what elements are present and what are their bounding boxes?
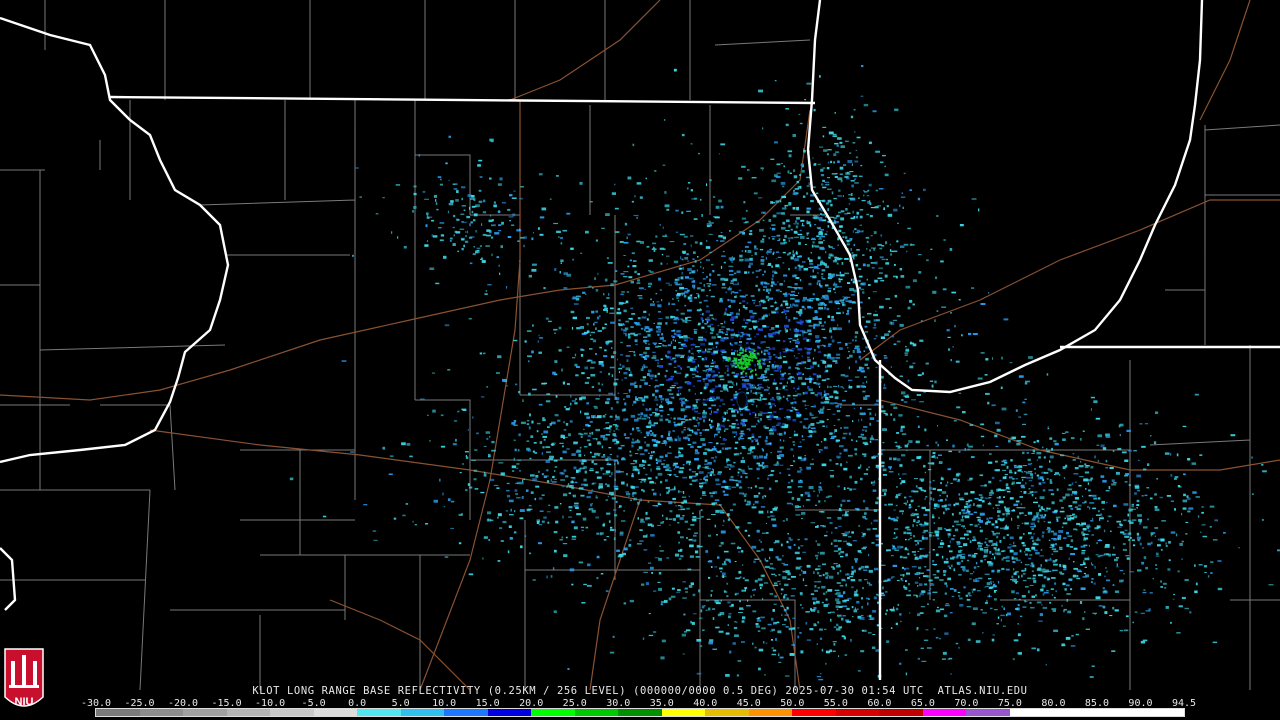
color-bar-segment	[400, 709, 445, 716]
scale-label: 50.0	[780, 698, 805, 709]
color-bar-segment	[1096, 709, 1141, 716]
reflectivity-scale-labels: -30.0 -25.0 -20.0 -15.0 -10.0 -5.0 0.0 5.0 10.0 1…	[81, 698, 1196, 709]
color-bar-segment	[270, 709, 314, 716]
color-bar-segment	[835, 709, 880, 716]
scale-label: 55.0	[823, 698, 848, 709]
radar-site-marker	[736, 391, 748, 409]
scale-label: 90.0	[1128, 698, 1153, 709]
scale-label: 15.0	[475, 698, 500, 709]
scale-label: 35.0	[649, 698, 674, 709]
color-bar-segment	[139, 709, 184, 716]
color-bar-segment	[618, 709, 662, 716]
scale-label: 5.0	[391, 698, 410, 709]
scale-label: 70.0	[954, 698, 979, 709]
color-bar-segment	[748, 709, 793, 716]
color-bar-segment	[705, 709, 749, 716]
color-bar-segment	[792, 709, 836, 716]
scale-label: 80.0	[1041, 698, 1066, 709]
scale-label: 25.0	[562, 698, 587, 709]
scale-label: 40.0	[693, 698, 718, 709]
color-bar-segment	[922, 709, 967, 716]
scale-label: -15.0	[211, 698, 242, 709]
color-bar-segment	[1009, 709, 1054, 716]
color-bar-segment	[1053, 709, 1097, 716]
scale-label: -25.0	[124, 698, 155, 709]
scale-label: 65.0	[910, 698, 935, 709]
color-bar-segment	[313, 709, 358, 716]
radar-map	[0, 0, 1280, 720]
scale-label: 85.0	[1084, 698, 1109, 709]
niu-logo: NIU	[4, 648, 44, 708]
logo-text: NIU	[15, 696, 34, 708]
reflectivity-color-bar	[95, 708, 1185, 717]
color-bar-segment	[966, 709, 1010, 716]
color-bar-segment	[487, 709, 532, 716]
color-bar-segment	[444, 709, 488, 716]
scale-label: 30.0	[606, 698, 631, 709]
scale-label: 20.0	[519, 698, 544, 709]
scale-label: 60.0	[867, 698, 892, 709]
color-bar-segment	[1140, 709, 1184, 716]
color-bar-segment	[357, 709, 401, 716]
scale-label: 10.0	[432, 698, 457, 709]
color-bar-segment	[661, 709, 706, 716]
color-bar-segment	[226, 709, 271, 716]
scale-label: -30.0	[80, 698, 112, 709]
scale-label: 94.5	[1171, 698, 1197, 709]
scale-label: -5.0	[301, 698, 326, 709]
color-bar-segment	[183, 709, 227, 716]
scale-label: 45.0	[736, 698, 761, 709]
product-caption: KLOT LONG RANGE BASE REFLECTIVITY (0.25K…	[252, 685, 1028, 697]
scale-label: -10.0	[255, 698, 286, 709]
color-bar-segment	[574, 709, 619, 716]
scale-label: 0.0	[348, 698, 367, 709]
color-bar-segment	[96, 709, 140, 716]
color-bar-segment	[879, 709, 923, 716]
scale-label: 75.0	[997, 698, 1022, 709]
color-bar-segment	[531, 709, 575, 716]
scale-label: -20.0	[167, 698, 199, 709]
